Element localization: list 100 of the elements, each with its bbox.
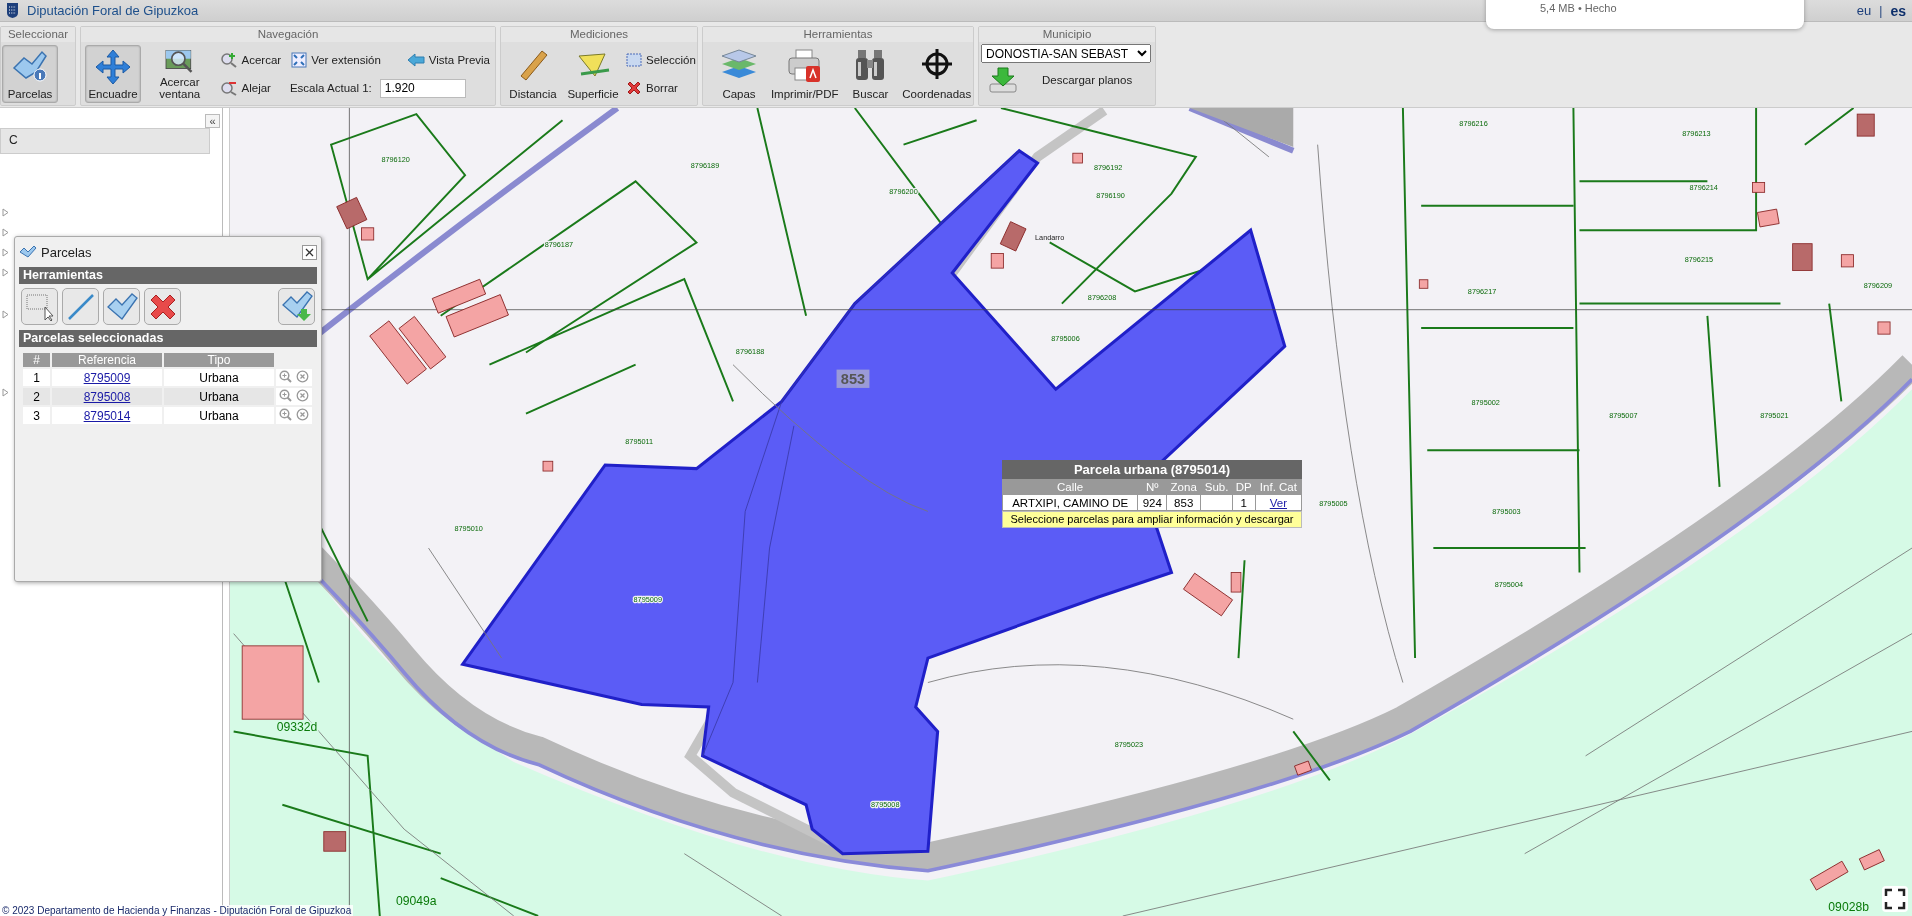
group-title: Municipio [979, 27, 1155, 42]
parcel-number: 8796217 [1467, 286, 1497, 296]
close-icon [305, 247, 314, 257]
language-link[interactable]: es [1890, 2, 1906, 19]
print-pdf-button[interactable]: Imprimir/PDF [773, 45, 837, 103]
language-separator: | [1879, 3, 1883, 18]
layers-button[interactable]: Capas [711, 45, 767, 103]
building [1757, 208, 1780, 228]
clear-selection-button[interactable] [144, 288, 181, 325]
parcels-button[interactable]: Parcelas [2, 45, 58, 103]
clear-button[interactable]: Borrar [625, 77, 697, 99]
zoom-out-button[interactable]: Alejar [218, 77, 272, 99]
rectangle-cursor-icon [24, 291, 55, 322]
parcel-number: 8795006 [1051, 334, 1080, 344]
remove-icon[interactable] [295, 407, 309, 421]
column-header: Nº [1144, 480, 1160, 494]
download-drive-icon [988, 66, 1018, 94]
close-button[interactable] [302, 244, 317, 260]
pan-button[interactable]: Encuadre [85, 45, 141, 103]
group-title: Mediciones [501, 27, 697, 42]
municipality-select[interactable]: DONOSTIA-SAN SEBAST [981, 44, 1151, 63]
zoom-in-icon [219, 52, 238, 68]
group-title: Navegación [81, 27, 495, 42]
parcel-number: 8795004 [1494, 580, 1524, 590]
remove-icon[interactable] [295, 388, 309, 402]
zoom-in-icon[interactable] [279, 407, 293, 421]
building [1294, 760, 1312, 776]
shield-logo-icon [6, 2, 19, 19]
parcel-number: 8795002 [1471, 398, 1500, 408]
column-header: Tipo [164, 353, 274, 367]
layers-icon [720, 48, 758, 80]
column-header: Referencia [52, 353, 162, 367]
expand-icon[interactable] [2, 310, 9, 319]
expand-icon[interactable] [2, 208, 9, 217]
download-status: 5,4 MB • Hecho [1540, 2, 1617, 14]
parcel-number: 8796213 [1682, 129, 1711, 139]
parcel-number: 8795007 [1609, 411, 1638, 421]
remove-icon[interactable] [295, 369, 309, 383]
site-title: Diputación Foral de Gipuzkoa [27, 3, 199, 18]
parcel-number: 8796188 [735, 346, 765, 356]
parcel-number: 8796190 [1096, 191, 1125, 201]
column-header: # [23, 353, 50, 367]
parcel-number: 8796208 [1087, 292, 1117, 302]
crosshair-icon [920, 48, 953, 80]
parcel-number: 8796187 [544, 240, 574, 250]
expand-icon[interactable] [2, 388, 9, 397]
column-header: Inf. Cat [1258, 480, 1298, 494]
building [542, 460, 554, 472]
language-link[interactable]: eu [1856, 3, 1872, 18]
fullscreen-icon[interactable] [1882, 886, 1908, 912]
column-header: Sub. [1203, 480, 1230, 494]
column-header: Zona [1169, 480, 1198, 494]
select-parcel-button[interactable] [103, 288, 140, 325]
full-extent-button[interactable]: Ver extensión [290, 49, 382, 71]
building [1418, 279, 1429, 289]
group-title: Herramientas [703, 27, 973, 42]
zoom-in-icon[interactable] [279, 369, 293, 383]
parcel-number: 8795005 [1319, 499, 1348, 509]
zoom-in-icon[interactable] [279, 388, 293, 402]
zoom-in-button[interactable]: Acercar [218, 49, 283, 71]
parcel-number: 8796209 [1863, 280, 1893, 290]
expand-icon[interactable] [2, 228, 9, 237]
line-select-button[interactable] [62, 288, 99, 325]
extent-icon [291, 52, 308, 68]
coordinates-button[interactable]: Coordenadas [904, 45, 969, 103]
parcel-number: 8795023 [1114, 740, 1144, 750]
sidebar-tab[interactable]: C [0, 128, 210, 154]
building [1877, 321, 1891, 335]
building [1072, 152, 1083, 164]
building [1792, 243, 1813, 271]
search-button[interactable]: Buscar [842, 45, 899, 103]
parcel-number: 8795021 [1760, 411, 1789, 421]
area-code: 09332d [276, 720, 318, 735]
parcel-number: 8796192 [1093, 163, 1123, 173]
column-header: DP [1234, 480, 1253, 494]
table-cell: Urbana [164, 369, 274, 386]
download-plans-button[interactable]: Descargar planos [981, 65, 1153, 95]
parcel-number: 8796120 [381, 154, 410, 164]
area-button[interactable]: Superficie [565, 45, 621, 103]
parcel-number: 8795009 [633, 594, 662, 604]
zoom-window-button[interactable]: Acercar ventana [145, 45, 215, 103]
building [323, 831, 347, 852]
window-title: Parcelas [41, 244, 92, 260]
zoom-out-icon [219, 80, 238, 96]
rectangle-select-button[interactable] [21, 288, 58, 325]
column-header: Calle [1056, 480, 1085, 494]
expand-icon[interactable] [2, 248, 9, 257]
binoculars-icon [854, 48, 887, 82]
collapse-button[interactable]: « [205, 114, 220, 128]
selection-button[interactable]: Selección [625, 49, 697, 71]
parcel-number: 8795010 [454, 523, 483, 533]
popup-hint: Seleccione parcelas para ampliar información y descargar [1002, 511, 1302, 528]
table-cell: 1 [23, 369, 50, 386]
table-cell: 3 [23, 407, 50, 424]
previous-view-button[interactable]: Vista Previa [405, 49, 491, 71]
distance-button[interactable]: Distancia [505, 45, 561, 103]
scale-field[interactable]: 1.920 [379, 78, 466, 98]
expand-icon[interactable] [2, 268, 9, 277]
parcel-number: 8796216 [1459, 119, 1488, 129]
table-cell: 853 [1167, 495, 1201, 510]
